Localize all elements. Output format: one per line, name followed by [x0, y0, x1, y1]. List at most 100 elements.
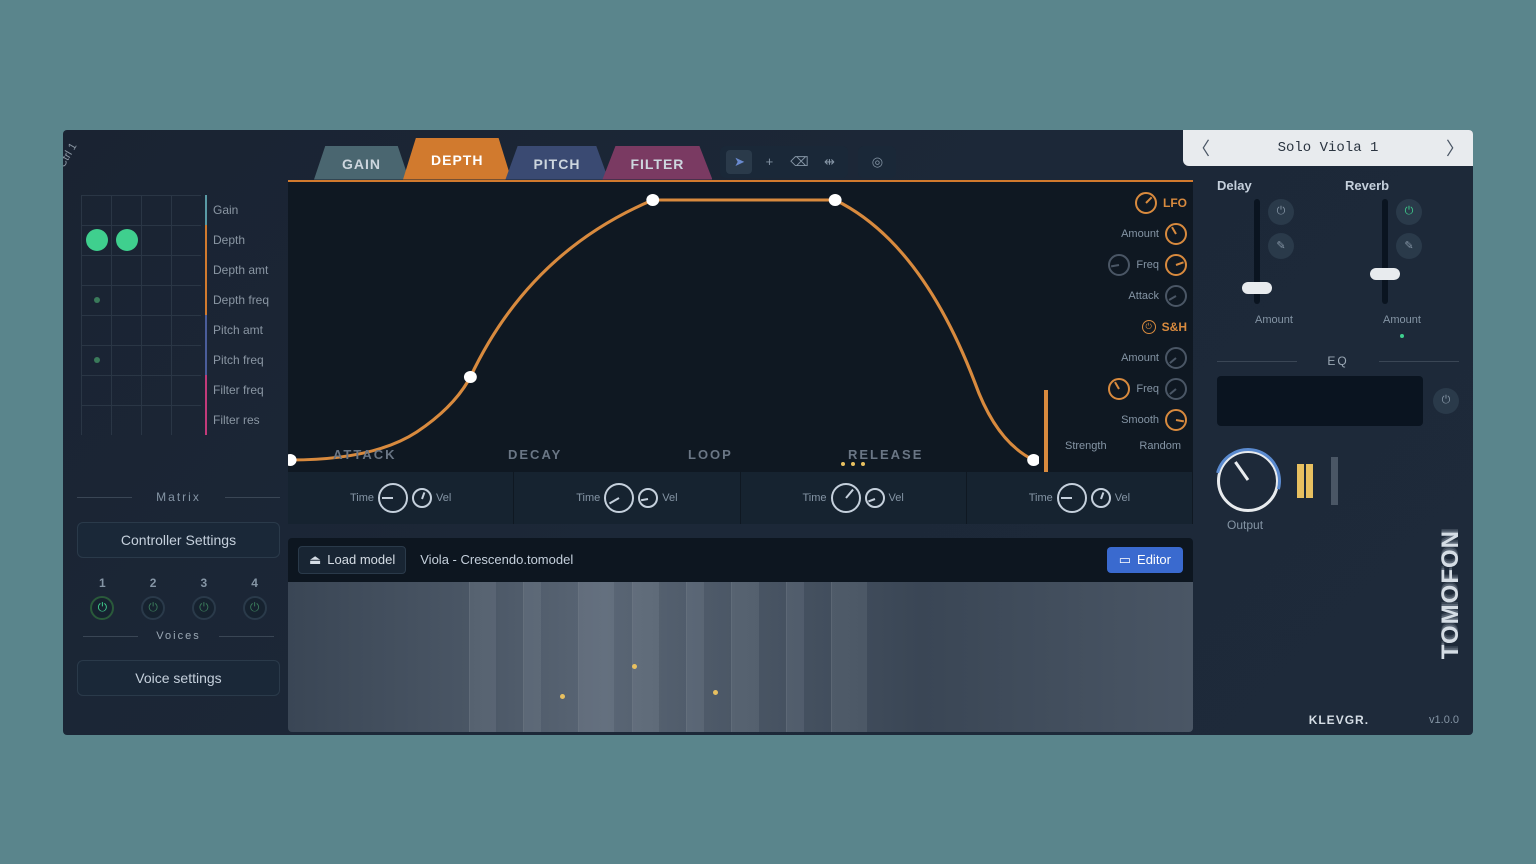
pointer-tool-icon[interactable]: ➤	[726, 150, 752, 174]
tab-row: GAIN DEPTH PITCH FILTER ➤ + ⌫ ⇹ ◎	[288, 132, 1193, 180]
output-meter-bg	[1331, 457, 1338, 505]
editor-icon: ▭	[1119, 552, 1131, 568]
attack-controls: Time Vel	[288, 472, 514, 524]
loop-vel-knob[interactable]	[865, 488, 885, 508]
reverb-title: Reverb	[1345, 178, 1389, 193]
voice-settings-button[interactable]: Voice settings	[77, 660, 280, 696]
plugin-window: Ctrl 1 Ctrl 2 Velocity Keymap	[63, 130, 1473, 735]
lfo-freq-knob[interactable]	[1165, 254, 1187, 276]
matrix-row-depth-freq: Depth freq	[205, 285, 269, 315]
delay-title: Delay	[1217, 178, 1252, 193]
lfo-attack-knob[interactable]	[1165, 285, 1187, 307]
envelope-extra-tool: ◎	[858, 146, 896, 178]
delay-edit-button[interactable]: ✎	[1268, 233, 1294, 259]
sh-amount-label: Amount	[1121, 352, 1159, 364]
decay-vel-knob[interactable]	[638, 488, 658, 508]
tab-pitch[interactable]: PITCH	[505, 146, 608, 180]
matrix-grid[interactable]	[81, 195, 201, 435]
sh-freq-label: Freq	[1136, 383, 1159, 395]
lfo-amount-knob[interactable]	[1165, 223, 1187, 245]
matrix-column-headers: Ctrl 1 Ctrl 2 Velocity Keymap	[63, 130, 156, 170]
output-block: Output	[1217, 450, 1459, 532]
split-tool-icon[interactable]: ⇹	[816, 150, 842, 174]
sh-smooth-knob[interactable]	[1165, 409, 1187, 431]
decay-controls: Time Vel	[514, 472, 740, 524]
tab-gain[interactable]: GAIN	[314, 146, 409, 180]
output-knob[interactable]	[1217, 450, 1279, 512]
decay-vel-label: Vel	[662, 492, 677, 504]
voice-4-power[interactable]: ⏻	[243, 596, 267, 620]
editor-button[interactable]: ▭ Editor	[1107, 547, 1183, 573]
reverb-amount-slider[interactable]	[1382, 199, 1388, 304]
matrix-row-depth: Depth	[205, 225, 269, 255]
reverb-block: Reverb ⏻ ✎ Amount	[1345, 178, 1459, 338]
release-time-knob[interactable]	[1057, 483, 1087, 513]
envelope-tools: ➤ + ⌫ ⇹	[720, 146, 848, 178]
matrix-row-gain: Gain	[205, 195, 269, 225]
matrix-node-small[interactable]	[94, 357, 100, 363]
model-filename: Viola - Crescendo.tomodel	[420, 552, 573, 567]
voice-number: 3	[201, 576, 208, 590]
lfo-main-knob[interactable]	[1135, 192, 1157, 214]
voice-3-power[interactable]: ⏻	[192, 596, 216, 620]
release-vel-knob[interactable]	[1091, 488, 1111, 508]
random-label: Random	[1139, 440, 1181, 452]
voice-number: 4	[251, 576, 258, 590]
reverb-active-dot	[1400, 334, 1404, 338]
output-label: Output	[1227, 518, 1263, 532]
delay-power-button[interactable]: ⏻	[1268, 199, 1294, 225]
lfo-freq2-knob[interactable]	[1108, 254, 1130, 276]
waveform-display[interactable]	[288, 582, 1193, 732]
sh-smooth-label: Smooth	[1121, 414, 1159, 426]
attack-vel-knob[interactable]	[412, 488, 432, 508]
version-label: v1.0.0	[1429, 714, 1459, 726]
voices-title: Voices	[77, 630, 280, 642]
sh-freq-knob[interactable]	[1165, 378, 1187, 400]
preset-next-button[interactable]: 〉	[1437, 135, 1473, 161]
delay-block: Delay ⏻ ✎ Amount	[1217, 178, 1331, 338]
matrix-node-small[interactable]	[94, 297, 100, 303]
tab-depth[interactable]: DEPTH	[403, 138, 511, 180]
reverb-edit-button[interactable]: ✎	[1396, 233, 1422, 259]
decay-time-label: Time	[576, 492, 600, 504]
tab-filter[interactable]: FILTER	[602, 146, 712, 180]
delay-amount-slider[interactable]	[1254, 199, 1260, 304]
matrix-row-filter-freq: Filter freq	[205, 375, 269, 405]
sh-freq2-knob[interactable]	[1108, 378, 1130, 400]
voice-2-power[interactable]: ⏻	[141, 596, 165, 620]
eject-icon: ⏏	[309, 552, 321, 568]
center-panel: GAIN DEPTH PITCH FILTER ➤ + ⌫ ⇹ ◎	[288, 130, 1193, 735]
fx-row: Delay ⏻ ✎ Amount Reverb ⏻ ✎	[1203, 178, 1473, 338]
matrix-row-pitch-freq: Pitch freq	[205, 345, 269, 375]
matrix-node-active[interactable]	[86, 229, 108, 251]
delay-amount-label: Amount	[1255, 314, 1293, 326]
delete-tool-icon[interactable]: ⌫	[786, 150, 812, 174]
preset-prev-button[interactable]: 〈	[1183, 135, 1219, 161]
left-panel: Ctrl 1 Ctrl 2 Velocity Keymap	[63, 130, 288, 735]
controller-settings-button[interactable]: Controller Settings	[77, 522, 280, 558]
loop-time-knob[interactable]	[831, 483, 861, 513]
add-tool-icon[interactable]: +	[756, 150, 782, 174]
eq-power-button[interactable]: ⏻	[1433, 388, 1459, 414]
right-panel: 〈 Solo Viola 1 〉 Delay ⏻ ✎ Amount Reverb	[1193, 130, 1473, 735]
voices-row: 1⏻ 2⏻ 3⏻ 4⏻	[77, 576, 280, 620]
sh-power[interactable]: ⏻	[1142, 320, 1156, 334]
sh-amount-knob[interactable]	[1165, 347, 1187, 369]
preset-bar: 〈 Solo Viola 1 〉	[1183, 130, 1473, 166]
attack-time-knob[interactable]	[378, 483, 408, 513]
matrix-row-filter-res: Filter res	[205, 405, 269, 435]
load-model-button[interactable]: ⏏ Load model	[298, 546, 406, 574]
voice-1-power[interactable]: ⏻	[90, 596, 114, 620]
eq-display[interactable]	[1217, 376, 1423, 426]
envelope-editor[interactable]: ATTACK DECAY LOOP RELEASE	[288, 182, 1039, 472]
target-tool-icon[interactable]: ◎	[864, 150, 890, 174]
loop-controls: Time Vel	[741, 472, 967, 524]
preset-name[interactable]: Solo Viola 1	[1219, 140, 1437, 156]
release-vel-label: Vel	[1115, 492, 1130, 504]
matrix-node-active[interactable]	[116, 229, 138, 251]
company-logo: KLEVGR.	[1309, 713, 1369, 727]
matrix-row-pitch-amt: Pitch amt	[205, 315, 269, 345]
decay-time-knob[interactable]	[604, 483, 634, 513]
reverb-power-button[interactable]: ⏻	[1396, 199, 1422, 225]
loop-time-label: Time	[802, 492, 826, 504]
